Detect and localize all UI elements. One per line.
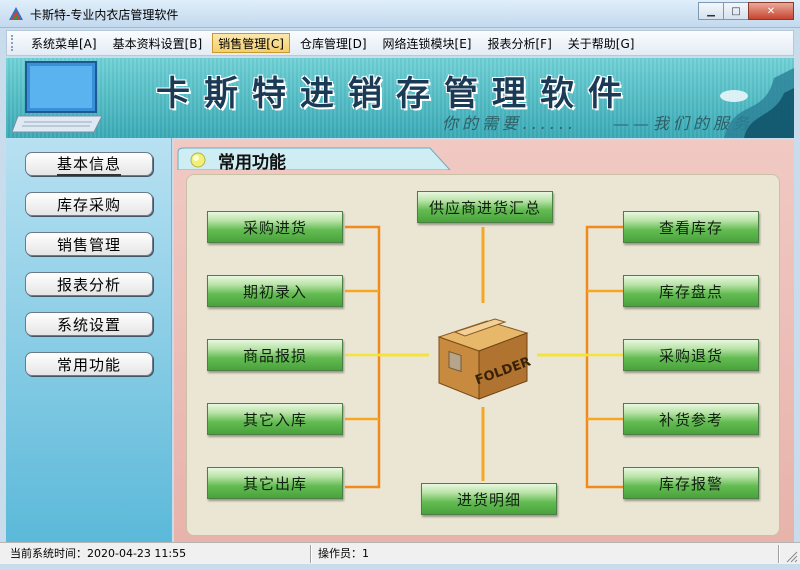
- button-label: 供应商进货汇总: [428, 198, 541, 217]
- status-bar: 当前系统时间：2020-04-23 11:55 操作员：1: [0, 542, 800, 564]
- sidebar-item-system-settings[interactable]: 系统设置: [25, 312, 153, 336]
- stock-count-button[interactable]: 库存盘点: [623, 275, 759, 307]
- panel-title: 常用功能: [218, 153, 286, 173]
- operator-label: 操作员：: [318, 547, 362, 560]
- system-time-label: 当前系统时间：: [10, 547, 87, 560]
- minimize-icon: ▁: [707, 5, 715, 17]
- purchase-in-button[interactable]: 采购进货: [207, 211, 343, 243]
- button-label: 查看库存: [658, 218, 723, 237]
- goods-damage-button[interactable]: 商品报损: [207, 339, 343, 371]
- menu-grip[interactable]: [11, 35, 15, 51]
- opening-entry-button[interactable]: 期初录入: [207, 275, 343, 307]
- sidebar: 基本信息 库存采购 销售管理 报表分析 系统设置 常用功能: [6, 138, 172, 542]
- other-stock-out-button[interactable]: 其它出库: [207, 467, 343, 499]
- menu-system[interactable]: 系统菜单[A]: [25, 33, 103, 53]
- button-label: 期初录入: [242, 282, 307, 301]
- decorative-ribbon-icon: [720, 68, 794, 138]
- sidebar-item-common-functions[interactable]: 常用功能: [25, 352, 153, 376]
- sidebar-item-stock-purchase[interactable]: 库存采购: [25, 192, 153, 216]
- sidebar-item-reports[interactable]: 报表分析: [25, 272, 153, 296]
- purchase-detail-button[interactable]: 进货明细: [421, 483, 557, 515]
- button-label: 库存盘点: [658, 282, 723, 301]
- purchase-return-button[interactable]: 采购退货: [623, 339, 759, 371]
- window-title: 卡斯特-专业内衣店管理软件: [30, 8, 179, 22]
- laptop-icon: [12, 61, 102, 133]
- app-logo-icon: [9, 7, 23, 20]
- supplier-purchase-summary-button[interactable]: 供应商进货汇总: [417, 191, 553, 223]
- resize-grip-icon[interactable]: [784, 549, 798, 563]
- restock-reference-button[interactable]: 补货参考: [623, 403, 759, 435]
- button-label: 补货参考: [658, 410, 723, 429]
- view-stock-button[interactable]: 查看库存: [623, 211, 759, 243]
- close-button[interactable]: ✕: [748, 2, 794, 20]
- menu-bar: 系统菜单[A] 基本资料设置[B] 销售管理[C] 仓库管理[D] 网络连锁模块…: [6, 30, 794, 56]
- maximize-icon: □: [731, 5, 741, 17]
- other-stock-in-button[interactable]: 其它入库: [207, 403, 343, 435]
- sidebar-item-label: 系统设置: [56, 315, 121, 334]
- button-label: 采购退货: [658, 346, 723, 365]
- button-label: 商品报损: [242, 346, 307, 365]
- menu-network-chain[interactable]: 网络连锁模块[E]: [377, 33, 478, 53]
- sidebar-item-basic-info[interactable]: 基本信息: [25, 152, 153, 176]
- button-label: 采购进货: [242, 218, 307, 237]
- minimize-button[interactable]: ▁: [698, 2, 724, 20]
- sidebar-item-label: 销售管理: [56, 235, 121, 254]
- menu-help[interactable]: 关于帮助[G]: [562, 33, 641, 53]
- button-label: 其它出库: [242, 474, 307, 493]
- sidebar-item-label: 报表分析: [56, 275, 121, 294]
- operator: 操作员：1: [314, 546, 369, 562]
- sidebar-item-sales[interactable]: 销售管理: [25, 232, 153, 256]
- system-time-value: 2020-04-23 11:55: [87, 547, 187, 560]
- system-time: 当前系统时间：2020-04-23 11:55: [6, 546, 186, 562]
- button-label: 库存报警: [658, 474, 723, 493]
- banner-title: 卡斯特进销存管理软件: [156, 74, 636, 114]
- title-bar: 卡斯特-专业内衣店管理软件 ▁ □ ✕: [0, 0, 800, 28]
- sidebar-item-label: 基本信息: [56, 153, 121, 176]
- banner: 卡斯特进销存管理软件 你的需要...... ——我们的服务: [6, 58, 794, 138]
- sidebar-item-label: 库存采购: [56, 195, 121, 214]
- operator-value: 1: [362, 547, 369, 560]
- maximize-button[interactable]: □: [723, 2, 749, 20]
- main-panel: 常用功能 FOLDER 采购进货 期初录入 商品报损 其它入库 其它出库 查看库…: [174, 140, 794, 542]
- close-icon: ✕: [766, 5, 776, 17]
- menu-warehouse[interactable]: 仓库管理[D]: [294, 33, 373, 53]
- menu-basic-settings[interactable]: 基本资料设置[B]: [107, 33, 209, 53]
- menu-reports[interactable]: 报表分析[F]: [482, 33, 558, 53]
- function-area: FOLDER 采购进货 期初录入 商品报损 其它入库 其它出库 查看库存 库存盘…: [186, 174, 780, 536]
- stock-alarm-button[interactable]: 库存报警: [623, 467, 759, 499]
- button-label: 其它入库: [242, 410, 307, 429]
- sidebar-item-label: 常用功能: [56, 355, 121, 374]
- menu-sales[interactable]: 销售管理[C]: [212, 33, 290, 53]
- button-label: 进货明细: [456, 490, 521, 509]
- folder-box-icon: FOLDER: [437, 318, 531, 400]
